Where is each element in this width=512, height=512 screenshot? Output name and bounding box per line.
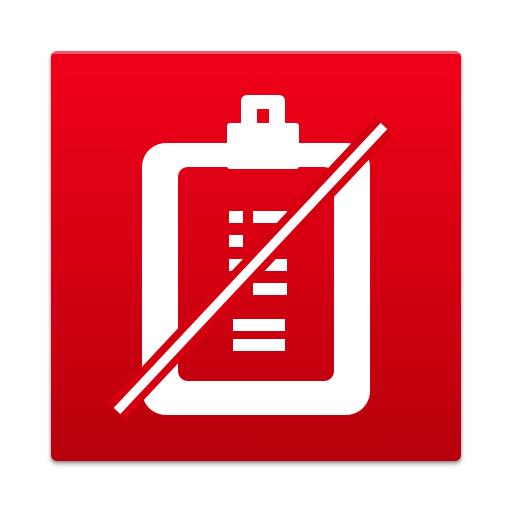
list-bullet-2	[229, 235, 243, 247]
clipboard-clip-ring	[241, 95, 285, 131]
app-icon[interactable]	[51, 51, 461, 461]
list-line-5	[233, 319, 285, 331]
list-line-4	[253, 283, 287, 295]
clipboard-crossed-out-icon	[108, 95, 393, 420]
stage	[0, 0, 512, 512]
list-line-6	[233, 339, 285, 351]
list-bullet-1	[229, 211, 243, 223]
